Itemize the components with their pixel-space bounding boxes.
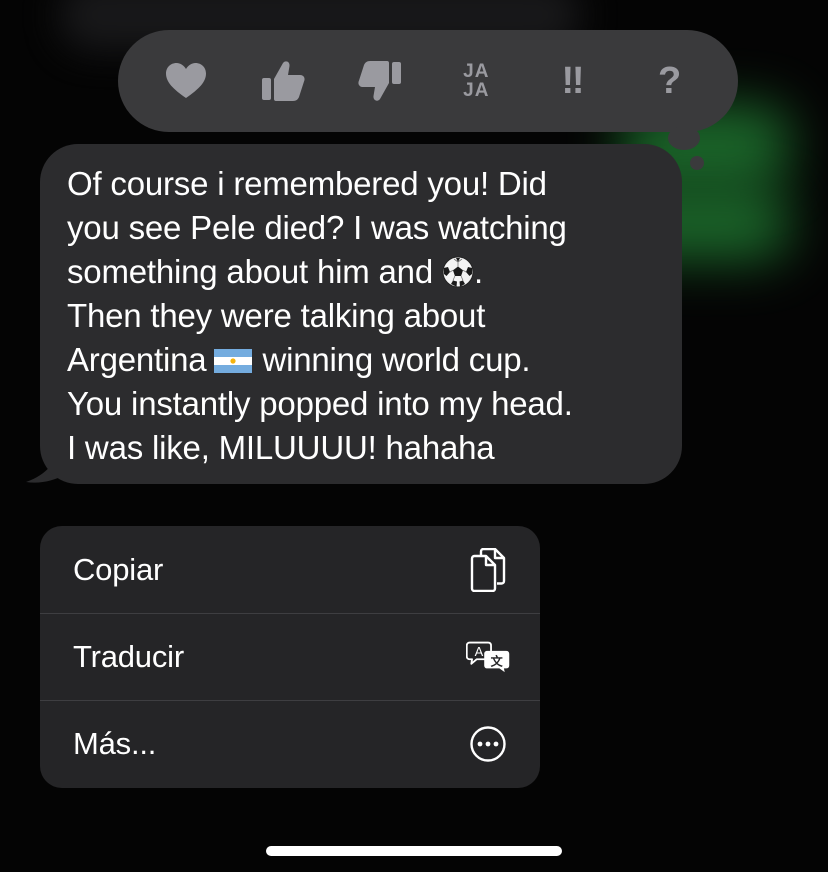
message-line-end: . (473, 253, 483, 290)
message-line: something about him and (67, 253, 433, 290)
svg-text:文: 文 (491, 653, 504, 668)
message-line: you see Pele died? I was watching (67, 209, 567, 246)
menu-item-copy[interactable]: Copiar (40, 526, 540, 613)
thumbs-up-icon (261, 61, 305, 101)
menu-item-label: Copiar (73, 551, 164, 587)
message-line: Then they were talking about (67, 297, 486, 334)
tapback-bubble-tail (668, 126, 700, 150)
copy-icon (466, 547, 510, 592)
message-line: I was like, MILUUUU! hahaha (67, 429, 495, 466)
heart-icon (166, 63, 207, 98)
menu-item-more[interactable]: Más... (40, 700, 540, 787)
messages-screen: JA JA ‼ ? Of course i remembered you! Di… (0, 0, 828, 872)
double-exclamation-icon: ‼ (561, 60, 585, 102)
message-line: Of course i remembered you! Did (67, 165, 547, 202)
emphasis-reaction[interactable]: ‼ (543, 51, 603, 111)
thumbs-up-reaction[interactable] (253, 51, 313, 111)
argentina-flag-emoji (214, 349, 253, 373)
message-line: You instantly popped into my head. (67, 385, 573, 422)
soccer-ball-emoji (442, 256, 474, 288)
haha-label-bottom: JA (463, 80, 490, 101)
more-icon (466, 722, 510, 766)
menu-item-label: Traducir (73, 639, 184, 674)
haha-label: JA JA (463, 62, 489, 100)
svg-text:A: A (475, 644, 484, 659)
message-text: Of course i remembered you! Did you see … (67, 162, 658, 470)
message-bubble[interactable]: Of course i remembered you! Did you see … (40, 144, 682, 484)
translate-icon: A 文 (466, 635, 510, 679)
tapback-bubble-tail-dot (690, 156, 704, 170)
thumbs-down-icon (358, 61, 401, 101)
menu-item-translate[interactable]: Traducir A 文 (40, 613, 540, 700)
home-indicator[interactable] (266, 846, 562, 856)
question-reaction[interactable]: ? (640, 51, 700, 111)
context-menu: Copiar Traducir A 文 Más... (40, 526, 540, 788)
message-line: winning world cup. (262, 341, 531, 378)
haha-reaction[interactable]: JA JA (446, 51, 506, 111)
heart-reaction[interactable] (156, 51, 216, 111)
message-line: Argentina (67, 341, 207, 378)
question-mark-icon: ? (658, 60, 682, 102)
thumbs-down-reaction[interactable] (350, 51, 410, 111)
tapback-bar: JA JA ‼ ? (118, 30, 738, 132)
haha-label-top: JA (463, 61, 490, 82)
menu-item-label: Más... (73, 726, 157, 761)
